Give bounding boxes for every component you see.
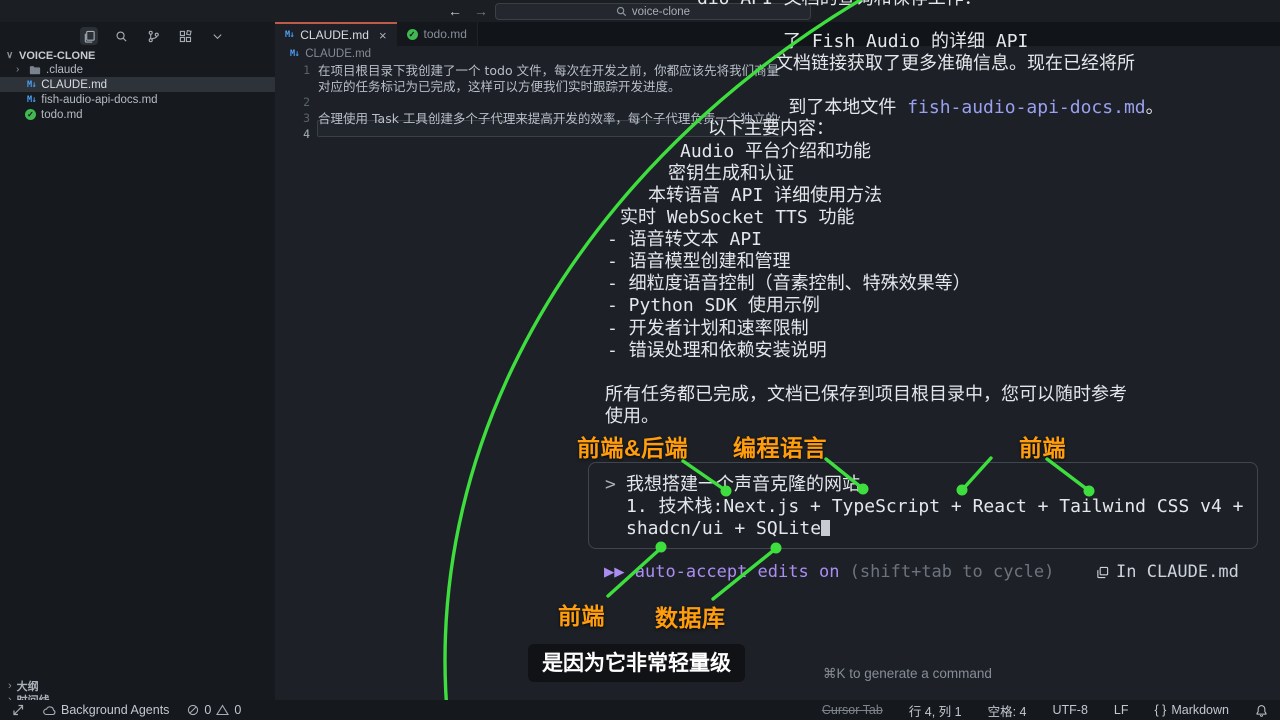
terminal-list-item: 密钥生成和认证: [668, 163, 794, 185]
terminal-list-item: - 语音转文本 API: [607, 229, 762, 251]
nav-back-icon[interactable]: ←: [448, 3, 462, 19]
extensions-icon[interactable]: [176, 27, 194, 45]
chevron-down-icon[interactable]: [208, 27, 226, 45]
terminal-list-item: - 开发者计划和速率限制: [607, 318, 809, 340]
explorer-project-header[interactable]: ∨ VOICE-CLONE: [0, 48, 275, 63]
auto-accept-status[interactable]: ▶▶ auto-accept edits on (shift+tab to cy…: [604, 562, 1054, 582]
chevron-down-icon: ∨: [6, 50, 14, 61]
terminal-list-item: - 细粒度语音控制（音素控制、特殊效果等）: [607, 273, 971, 295]
chevron-right-icon: ›: [8, 680, 12, 692]
warning-icon: [216, 704, 229, 716]
folder-icon: [29, 65, 41, 75]
cloud-icon: [42, 705, 56, 716]
search-icon: [616, 6, 627, 17]
terminal-summary: 使用。: [605, 406, 659, 428]
cursor-position[interactable]: 行 4, 列 1: [909, 701, 962, 720]
terminal-line-clipped: dio API 文档的查询和保存工作：: [697, 0, 982, 10]
prompt-input-line[interactable]: 我想搭建一个声音克隆的网站: [626, 474, 860, 496]
search-value: voice-clone: [632, 6, 690, 18]
terminal-list-item: - Python SDK 使用示例: [607, 295, 820, 317]
editor-line[interactable]: 对应的任务标记为已完成，这样可以方便我们实时跟踪开发进度。: [318, 79, 780, 95]
sidebar-toolbar: [80, 27, 226, 45]
cmdk-hint: ⌘K to generate a command: [823, 666, 992, 682]
nav-forward-icon[interactable]: →: [474, 3, 488, 19]
explorer-files-icon[interactable]: [80, 27, 98, 45]
prompt-input-line[interactable]: shadcn/ui + SQLite: [626, 518, 830, 540]
markdown-icon: M↓: [290, 49, 299, 59]
chevron-right-icon: ›: [16, 64, 24, 75]
markdown-icon: M↓: [27, 95, 36, 105]
annotation-database: 数据库: [655, 599, 726, 633]
markdown-icon: M↓: [27, 80, 36, 90]
eol-sequence[interactable]: LF: [1114, 703, 1129, 717]
remote-icon[interactable]: [12, 704, 24, 716]
error-icon: [187, 704, 199, 716]
terminal-list-item: - 错误处理和依赖安装说明: [607, 340, 827, 362]
check-circle-icon: ✓: [407, 29, 418, 40]
line-number: 1: [288, 63, 310, 77]
language-mode[interactable]: { }Markdown: [1155, 703, 1230, 717]
line-number: 3: [288, 111, 310, 125]
terminal-list-item: 本转语音 API 详细使用方法: [648, 185, 882, 207]
sidebar: [0, 22, 275, 700]
prompt-input-line[interactable]: 1. 技术栈:Next.js + TypeScript + React + Ta…: [626, 496, 1244, 518]
copy-file-icon: [1096, 566, 1109, 579]
cursor-tab-toggle[interactable]: Cursor Tab: [822, 703, 883, 717]
prompt-caret: >: [605, 474, 616, 496]
ide-window: ← → voice-clone ∨ VOICE-CLONE › .claude …: [0, 0, 1280, 720]
problems-indicator[interactable]: 0 0: [187, 703, 241, 717]
check-circle-icon: ✓: [25, 109, 36, 120]
double-play-icon: ▶▶: [604, 562, 624, 582]
source-control-icon[interactable]: [144, 27, 162, 45]
annotation-frontend-top: 前端: [1019, 429, 1066, 463]
tab-strip: M↓ CLAUDE.md × ✓ todo.md: [275, 22, 1280, 46]
sidebar-item-fish-audio-api-docs[interactable]: M↓ fish-audio-api-docs.md: [0, 92, 275, 107]
video-subtitle: 是因为它非常轻量级: [528, 644, 745, 682]
encoding[interactable]: UTF-8: [1052, 703, 1087, 717]
terminal-list-item: - 语音模型创建和管理: [607, 251, 791, 273]
terminal-prompt-box[interactable]: > 我想搭建一个声音克隆的网站 1. 技术栈:Next.js + TypeScr…: [588, 462, 1258, 549]
terminal-summary: 所有任务都已完成，文档已保存到项目根目录中，您可以随时参考: [605, 384, 1127, 406]
close-icon[interactable]: ×: [379, 28, 387, 43]
tab-todo-md[interactable]: ✓ todo.md: [397, 22, 478, 46]
annotation-programming-language: 编程语言: [733, 429, 827, 463]
terminal-list-item: Audio 平台介绍和功能: [680, 141, 871, 163]
tab-claude-md[interactable]: M↓ CLAUDE.md ×: [275, 22, 397, 46]
sidebar-item-claude-md[interactable]: M↓ CLAUDE.md: [0, 77, 275, 92]
breadcrumb[interactable]: M↓ CLAUDE.md: [290, 48, 371, 60]
sidebar-item-claude-folder[interactable]: › .claude: [0, 62, 275, 77]
notifications-bell-icon[interactable]: [1255, 704, 1268, 717]
terminal-line: 了 Fish Audio 的详细 API: [783, 31, 1028, 53]
markdown-icon: M↓: [285, 30, 294, 40]
search-icon[interactable]: [112, 27, 130, 45]
terminal-list-item: 实时 WebSocket TTS 功能: [620, 207, 855, 229]
line-number: 2: [288, 95, 310, 109]
context-file-indicator: In CLAUDE.md: [1096, 562, 1239, 582]
sidebar-item-todo-md[interactable]: ✓ todo.md: [0, 107, 275, 122]
editor-line[interactable]: 在项目根目录下我创建了一个 todo 文件，每次在开发之前，你都应该先将我们商量…: [318, 63, 780, 79]
line-number-current: 4: [288, 127, 310, 141]
file-link[interactable]: fish-audio-api-docs.md: [907, 97, 1145, 118]
terminal-line: 文档链接获取了更多准确信息。现在已经将所: [775, 53, 1135, 75]
terminal-section-heading: 以下主要内容：: [708, 118, 834, 140]
background-agents-button[interactable]: Background Agents: [42, 703, 169, 717]
indentation[interactable]: 空格: 4: [988, 701, 1027, 720]
text-cursor: [821, 520, 830, 536]
annotation-frontend-bottom: 前端: [558, 597, 605, 631]
annotation-frontend-backend: 前端&后端: [577, 429, 688, 463]
status-bar: Background Agents 0 0 Cursor Tab 行 4, 列 …: [0, 700, 1280, 720]
